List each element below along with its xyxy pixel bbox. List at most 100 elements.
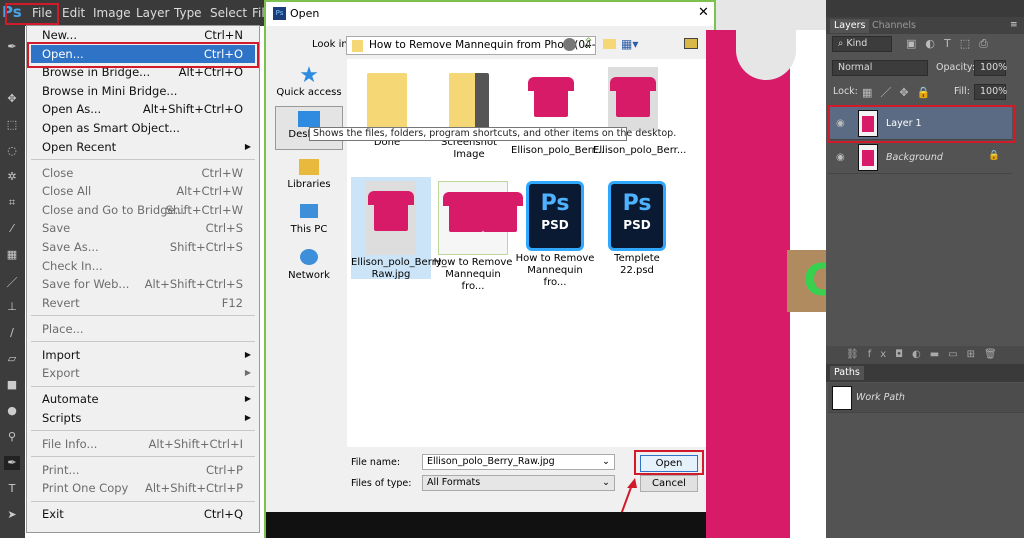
menu-item-open-as-smart-object[interactable]: Open as Smart Object... xyxy=(27,119,259,138)
place-libraries[interactable]: Libraries xyxy=(275,159,343,190)
new-folder-icon[interactable] xyxy=(603,39,616,49)
menu-type[interactable]: Type xyxy=(174,6,202,20)
close-icon[interactable]: ✕ xyxy=(698,5,709,20)
blend-mode-select[interactable]: Normal xyxy=(832,60,928,76)
menu-item-shortcut: Alt+Ctrl+W xyxy=(176,184,243,199)
menu-edit[interactable]: Edit xyxy=(62,6,85,20)
psd-file-icon: Ps PSD xyxy=(526,181,584,251)
menu-item-open-as[interactable]: Open As... Alt+Shift+Ctrl+O xyxy=(27,100,259,119)
tab-channels[interactable]: Channels xyxy=(872,19,916,33)
place-label: This PC xyxy=(290,224,328,235)
menu-item-revert[interactable]: Revert F12 xyxy=(27,294,259,313)
eyedropper-icon[interactable]: ⁄ xyxy=(4,222,20,236)
menu-layer[interactable]: Layer xyxy=(136,6,169,20)
file-item[interactable]: Ellison_polo_Berr... xyxy=(511,63,604,157)
marquee-tool-icon[interactable]: ⬚ xyxy=(4,118,20,132)
blur-tool-icon[interactable]: ● xyxy=(4,404,20,418)
network-icon xyxy=(300,249,318,265)
type-tool-icon[interactable]: T xyxy=(4,482,20,496)
lock-icons[interactable]: ▦／✥🔒 xyxy=(862,84,938,100)
menu-item-export[interactable]: Export ▶ xyxy=(27,364,259,383)
file-label: Ellison_polo_Berr... xyxy=(593,145,687,156)
pen-tool-icon[interactable]: ✒ xyxy=(4,40,20,54)
layer-name: Background xyxy=(886,152,943,163)
kind-filter[interactable]: ⌕ Kind xyxy=(832,36,892,52)
camera-icon[interactable] xyxy=(684,38,698,49)
place-network[interactable]: Network xyxy=(275,249,343,281)
menu-item-save-as[interactable]: Save As... Shift+Ctrl+S xyxy=(27,238,259,257)
menu-filter[interactable]: Fil xyxy=(252,6,265,20)
menu-item-save[interactable]: Save Ctrl+S xyxy=(27,219,259,238)
file-item[interactable]: Ps PSD How to Remove Mannequin fro... xyxy=(515,177,595,289)
file-item-selected[interactable]: Ellison_polo_Berry_ Raw.jpg xyxy=(351,177,447,280)
menu-item-shortcut: Alt+Shift+Ctrl+I xyxy=(148,436,243,451)
layer-row[interactable]: ◉ Background 🔒 xyxy=(828,141,1012,174)
magic-wand-icon[interactable]: ✲ xyxy=(4,170,20,184)
menu-item-label: Exit xyxy=(42,507,64,522)
history-brush-icon[interactable]: ∕ xyxy=(4,326,20,340)
menu-item-place[interactable]: Place... xyxy=(27,320,259,339)
lasso-tool-icon[interactable]: ◌ xyxy=(4,144,20,158)
layer-actions-bar[interactable]: ⛓fx◘◐▬▭⊞🗑 xyxy=(826,346,1024,364)
menu-item-label: Check In... xyxy=(42,258,103,273)
gradient-tool-icon[interactable]: ■ xyxy=(4,378,20,392)
file-menu-dropdown: New... Ctrl+N Open... Ctrl+O Browse in Bridg… xyxy=(26,25,260,533)
back-icon[interactable] xyxy=(563,38,576,51)
look-in-value: How to Remove Mannequin from Photo(04-06 xyxy=(369,39,596,51)
look-in-dropdown[interactable]: How to Remove Mannequin from Photo(04-06… xyxy=(346,36,596,55)
view-menu-icon[interactable]: ▦▾ xyxy=(621,37,638,51)
file-item[interactable]: Ellison_polo_Berr... xyxy=(593,63,686,157)
menu-item-browse-in-mini-bridge[interactable]: Browse in Mini Bridge... xyxy=(27,82,259,101)
submenu-arrow-icon: ▶ xyxy=(244,141,251,151)
healing-brush-icon[interactable]: ▦ xyxy=(4,248,20,262)
menu-item-close-all[interactable]: Close All Alt+Ctrl+W xyxy=(27,182,259,201)
desktop-icon xyxy=(298,111,320,127)
brush-tool-icon[interactable]: ／ xyxy=(4,274,20,289)
eraser-tool-icon[interactable]: ▱ xyxy=(4,352,20,366)
menu-item-check-in[interactable]: Check In... xyxy=(27,257,259,276)
menu-item-print[interactable]: Print... Ctrl+P xyxy=(27,461,259,480)
image-thumbnail xyxy=(608,67,658,131)
menu-select[interactable]: Select xyxy=(210,6,247,20)
opacity-input[interactable]: 100% xyxy=(974,60,1007,76)
file-item[interactable]: How to Remove Mannequin fro... xyxy=(433,177,523,293)
menu-image[interactable]: Image xyxy=(93,6,131,20)
crop-tool-icon[interactable]: ⌗ xyxy=(4,196,20,210)
menu-item-print-one-copy[interactable]: Print One Copy Alt+Shift+Ctrl+P xyxy=(27,479,259,498)
move-tool-icon[interactable]: ✥ xyxy=(4,92,20,106)
menu-item-label: Scripts xyxy=(42,410,82,425)
menu-item-close[interactable]: Close Ctrl+W xyxy=(27,164,259,183)
menu-item-automate[interactable]: Automate ▶ xyxy=(27,390,259,409)
dodge-tool-icon[interactable]: ⚲ xyxy=(4,430,20,444)
eye-icon[interactable]: ◉ xyxy=(836,152,845,163)
menu-item-file-info[interactable]: File Info... Alt+Shift+Ctrl+I xyxy=(27,435,259,454)
pen-tool-active-icon[interactable]: ✒ xyxy=(4,456,20,470)
place-quick-access[interactable]: ★ Quick access xyxy=(275,65,343,99)
panel-menu-icon[interactable]: ≡ xyxy=(1010,20,1018,30)
menu-item-label: Close All xyxy=(42,184,92,199)
file-name-input[interactable]: Ellison_polo_Berry_Raw.jpg ⌄ xyxy=(422,454,615,470)
file-item[interactable]: Ps PSD Templete 22.psd xyxy=(597,177,677,277)
stamp-tool-icon[interactable]: ⊥ xyxy=(4,300,20,314)
up-folder-icon[interactable]: ⇧ xyxy=(583,36,594,51)
path-select-icon[interactable]: ➤ xyxy=(4,508,20,522)
cancel-button[interactable]: Cancel xyxy=(640,475,698,492)
dialog-title: Open xyxy=(290,7,320,20)
menu-item-scripts[interactable]: Scripts ▶ xyxy=(27,409,259,428)
menu-item-exit[interactable]: Exit Ctrl+Q xyxy=(27,505,259,524)
tab-layers[interactable]: Layers xyxy=(830,19,870,33)
menu-item-open-recent[interactable]: Open Recent ▶ xyxy=(27,138,259,157)
fill-input[interactable]: 100% xyxy=(974,84,1007,100)
filter-icons[interactable]: ▣◐T⬚⎙ xyxy=(906,37,997,51)
path-row[interactable]: Work Path xyxy=(828,383,1024,413)
menu-item-save-for-web[interactable]: Save for Web... Alt+Shift+Ctrl+S xyxy=(27,275,259,294)
dialog-bottom-strip xyxy=(266,512,714,538)
menu-separator xyxy=(27,156,259,163)
file-type-select[interactable]: All Formats ⌄ xyxy=(422,475,615,491)
menu-item-close-and-go-to-bridge[interactable]: Close and Go to Bridge... Shift+Ctrl+W xyxy=(27,201,259,220)
menu-item-import[interactable]: Import ▶ xyxy=(27,346,259,365)
file-item[interactable]: Screenshot Image xyxy=(429,63,509,161)
tab-paths[interactable]: Paths xyxy=(830,366,864,380)
place-this-pc[interactable]: This PC xyxy=(275,204,343,235)
menu-item-label: Close and Go to Bridge... xyxy=(42,202,186,217)
